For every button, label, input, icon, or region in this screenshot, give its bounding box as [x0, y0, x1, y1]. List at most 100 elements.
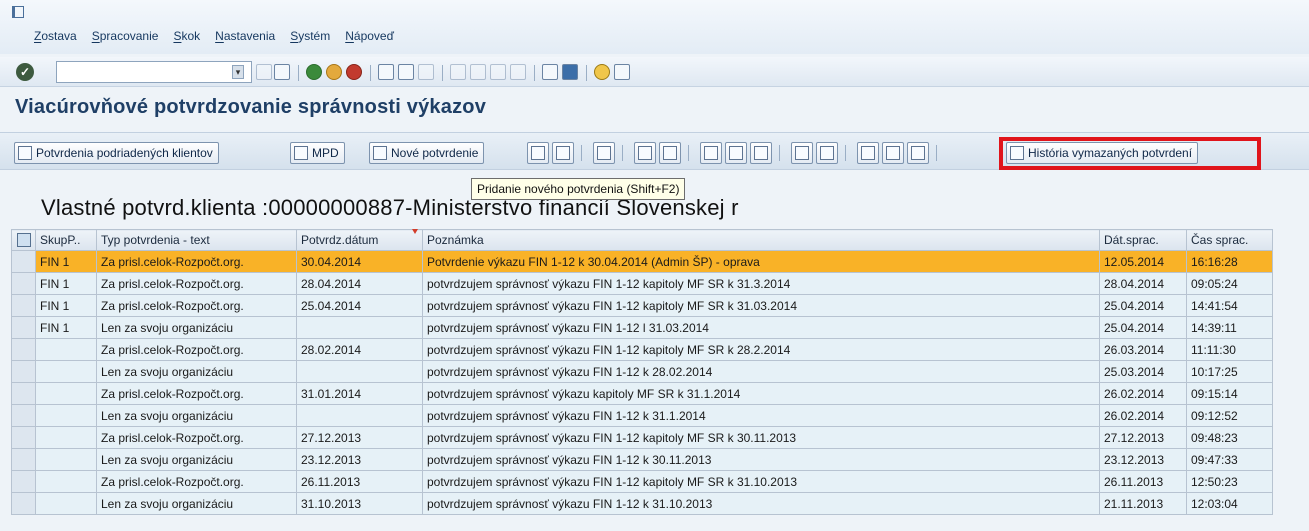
row-selector[interactable] — [11, 426, 36, 449]
layout-menu-icon[interactable] — [614, 64, 630, 80]
table-row[interactable]: Len za svoju organizáciu 23.12.2013 potvrd… — [11, 448, 1273, 471]
column-header-datum[interactable]: Potvrdz.dátum — [296, 229, 423, 251]
cell-dat-sprac[interactable]: 26.03.2014 — [1099, 338, 1187, 361]
cell-cas-sprac[interactable]: 09:12:52 — [1186, 404, 1273, 427]
print-list-button[interactable] — [700, 142, 722, 164]
mpd-button[interactable]: MPD — [290, 142, 345, 164]
cell-skupp[interactable]: FIN 1 — [35, 316, 97, 339]
cell-poznamka[interactable]: potvrdzujem správnosť výkazu FIN 1-12 ka… — [422, 294, 1100, 317]
cell-datum[interactable]: 28.02.2014 — [296, 338, 423, 361]
cell-dat-sprac[interactable]: 12.05.2014 — [1099, 250, 1187, 273]
cell-cas-sprac[interactable]: 10:17:25 — [1186, 360, 1273, 383]
cell-typ[interactable]: Za prisl.celok-Rozpočt.org. — [96, 272, 297, 295]
cell-poznamka[interactable]: potvrdzujem správnosť výkazu FIN 1-12 k … — [422, 448, 1100, 471]
row-selector[interactable] — [11, 404, 36, 427]
cell-datum[interactable]: 25.04.2014 — [296, 294, 423, 317]
enter-check-icon[interactable]: ✓ — [16, 63, 34, 81]
cell-datum[interactable] — [296, 360, 423, 383]
cell-typ[interactable]: Za prisl.celok-Rozpočt.org. — [96, 250, 297, 273]
row-selector[interactable] — [11, 294, 36, 317]
row-selector[interactable] — [11, 272, 36, 295]
cell-dat-sprac[interactable]: 23.12.2013 — [1099, 448, 1187, 471]
cell-poznamka[interactable]: potvrdzujem správnosť výkazu FIN 1-12 k … — [422, 360, 1100, 383]
arrow-left-icon[interactable] — [256, 64, 272, 80]
column-header-cas-sprac[interactable]: Čas sprac. — [1186, 229, 1273, 251]
cell-dat-sprac[interactable]: 26.11.2013 — [1099, 470, 1187, 493]
cell-skupp[interactable] — [35, 360, 97, 383]
row-selector[interactable] — [11, 470, 36, 493]
cell-datum[interactable]: 31.01.2014 — [296, 382, 423, 405]
cell-datum[interactable]: 23.12.2013 — [296, 448, 423, 471]
cell-typ[interactable]: Za prisl.celok-Rozpočt.org. — [96, 338, 297, 361]
cell-poznamka[interactable]: potvrdzujem správnosť výkazu FIN 1-12 ka… — [422, 426, 1100, 449]
previous-page-icon[interactable] — [470, 64, 486, 80]
menu-item-napoved[interactable]: Nápoveď — [345, 29, 394, 43]
menu-item-system[interactable]: Systém — [290, 29, 330, 43]
sort-descending-button[interactable] — [659, 142, 681, 164]
export-button[interactable] — [791, 142, 813, 164]
cell-cas-sprac[interactable]: 09:05:24 — [1186, 272, 1273, 295]
cancel-icon[interactable] — [346, 64, 362, 80]
cell-dat-sprac[interactable]: 26.02.2014 — [1099, 382, 1187, 405]
next-page-icon[interactable] — [490, 64, 506, 80]
cell-cas-sprac[interactable]: 11:11:30 — [1186, 338, 1273, 361]
table-row[interactable]: FIN 1 Za prisl.celok-Rozpočt.org. 25.04.20… — [11, 294, 1273, 317]
table-row[interactable]: Za prisl.celok-Rozpočt.org. 26.11.2013 pot… — [11, 470, 1273, 493]
cell-poznamka[interactable]: potvrdzujem správnosť výkazu FIN 1-12 ka… — [422, 338, 1100, 361]
cell-typ[interactable]: Len za svoju organizáciu — [96, 360, 297, 383]
cell-poznamka[interactable]: potvrdzujem správnosť výkazu kapitoly MF… — [422, 382, 1100, 405]
table-row[interactable]: Len za svoju organizáciu 31.10.2013 potvrd… — [11, 492, 1273, 515]
cell-cas-sprac[interactable]: 09:47:33 — [1186, 448, 1273, 471]
cell-poznamka[interactable]: potvrdzujem správnosť výkazu FIN 1-12 k … — [422, 404, 1100, 427]
cell-datum[interactable]: 31.10.2013 — [296, 492, 423, 515]
help-icon[interactable] — [594, 64, 610, 80]
cell-skupp[interactable] — [35, 470, 97, 493]
cell-typ[interactable]: Za prisl.celok-Rozpočt.org. — [96, 426, 297, 449]
table-row[interactable]: Za prisl.celok-Rozpočt.org. 31.01.2014 pot… — [11, 382, 1273, 405]
cell-datum[interactable]: 30.04.2014 — [296, 250, 423, 273]
table-row[interactable]: Len za svoju organizáciu potvrdzujem sprá… — [11, 404, 1273, 427]
cell-skupp[interactable] — [35, 448, 97, 471]
cell-dat-sprac[interactable]: 28.04.2014 — [1099, 272, 1187, 295]
row-selector[interactable] — [11, 382, 36, 405]
menu-toggle-icon[interactable] — [12, 6, 24, 18]
filter-button[interactable] — [725, 142, 747, 164]
delete-button[interactable] — [552, 142, 574, 164]
row-selector[interactable] — [11, 492, 36, 515]
command-history-icon[interactable]: ▾ — [232, 65, 244, 79]
table-row[interactable]: FIN 1 Za prisl.celok-Rozpočt.org. 28.04.20… — [11, 272, 1273, 295]
cell-dat-sprac[interactable]: 25.04.2014 — [1099, 294, 1187, 317]
details-button[interactable] — [593, 142, 615, 164]
cell-skupp[interactable] — [35, 338, 97, 361]
cell-skupp[interactable] — [35, 492, 97, 515]
sort-ascending-button[interactable] — [634, 142, 656, 164]
cell-skupp[interactable] — [35, 382, 97, 405]
cell-typ[interactable]: Za prisl.celok-Rozpočt.org. — [96, 382, 297, 405]
cell-dat-sprac[interactable]: 25.04.2014 — [1099, 316, 1187, 339]
row-selector[interactable] — [11, 360, 36, 383]
find-icon[interactable] — [398, 64, 414, 80]
cell-skupp[interactable]: FIN 1 — [35, 250, 97, 273]
cell-poznamka[interactable]: potvrdzujem správnosť výkazu FIN 1-12 k … — [422, 492, 1100, 515]
menu-item-skok[interactable]: Skok — [173, 29, 200, 43]
table-row[interactable]: Za prisl.celok-Rozpočt.org. 27.12.2013 pot… — [11, 426, 1273, 449]
exit-icon[interactable] — [326, 64, 342, 80]
shortcut-icon[interactable] — [562, 64, 578, 80]
cell-typ[interactable]: Za prisl.celok-Rozpočt.org. — [96, 470, 297, 493]
back-icon[interactable] — [306, 64, 322, 80]
new-confirmation-button[interactable]: Nové potvrdenie — [369, 142, 485, 164]
cell-typ[interactable]: Len za svoju organizáciu — [96, 448, 297, 471]
menu-item-zostava[interactable]: Zostava — [34, 29, 77, 43]
cell-typ[interactable]: Len za svoju organizáciu — [96, 404, 297, 427]
cell-skupp[interactable]: FIN 1 — [35, 272, 97, 295]
cell-datum[interactable]: 28.04.2014 — [296, 272, 423, 295]
column-header-skupp[interactable]: SkupP.. — [35, 229, 97, 251]
row-selector[interactable] — [11, 448, 36, 471]
cell-poznamka[interactable]: potvrdzujem správnosť výkazu FIN 1-12 ka… — [422, 272, 1100, 295]
local-file-button[interactable] — [816, 142, 838, 164]
cell-skupp[interactable] — [35, 404, 97, 427]
cell-skupp[interactable] — [35, 426, 97, 449]
cell-cas-sprac[interactable]: 14:41:54 — [1186, 294, 1273, 317]
table-row[interactable]: Len za svoju organizáciu potvrdzujem sprá… — [11, 360, 1273, 383]
cell-poznamka[interactable]: potvrdzujem správnosť výkazu FIN 1-12 ka… — [422, 470, 1100, 493]
